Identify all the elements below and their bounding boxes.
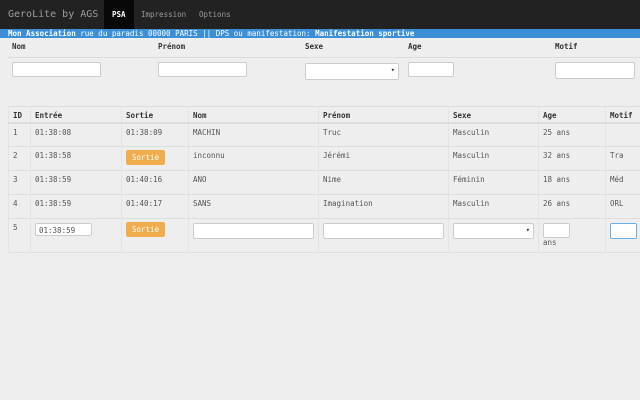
nav-psa[interactable]: PSA — [104, 0, 134, 29]
new-entry-row: 5 01:38:59 Sortie ans — [8, 218, 640, 253]
table-row: 2 01:38:58 Sortie inconnu Jérémi Masculi… — [8, 146, 640, 171]
new-sexe-select[interactable] — [453, 223, 534, 239]
navbar: GeroLite by AGS PSA Impression Options — [0, 0, 640, 29]
label-age: Age — [408, 42, 422, 51]
cell-sortie: 01:40:17 — [121, 194, 189, 219]
cell-sexe: Masculin — [448, 122, 539, 147]
patients-table: ID Entrée Sortie Nom Prénom Sexe Age Mot… — [8, 106, 640, 253]
new-prenom-input[interactable] — [323, 223, 444, 239]
cell-age: 25 ans — [538, 122, 606, 147]
label-motif: Motif — [555, 42, 578, 51]
info-banner: Mon Association rue du paradis 00000 PAR… — [0, 29, 640, 38]
cell-motif: Méd — [605, 170, 640, 195]
cell-prenom: Nime — [318, 170, 449, 195]
divider — [8, 57, 640, 58]
header-id: ID — [8, 106, 31, 124]
cell-prenom: Truc — [318, 122, 449, 147]
cell-entree: 01:38:59 — [30, 170, 122, 195]
label-prenom: Prénom — [158, 42, 186, 51]
age-input[interactable] — [408, 62, 454, 77]
table-row: 1 01:38:08 01:38:09 MACHIN Truc Masculin… — [8, 122, 640, 147]
cell-nom: MACHIN — [188, 122, 319, 147]
cell-motif: Tra — [605, 146, 640, 171]
label-sexe: Sexe — [305, 42, 324, 51]
cell-nom: ANO — [188, 170, 319, 195]
cell-entree: 01:38:08 — [30, 122, 122, 147]
cell-prenom: Imagination — [318, 194, 449, 219]
header-age: Age — [538, 106, 606, 124]
cell-sortie: 01:38:09 — [121, 122, 189, 147]
cell-sexe: Masculin — [448, 194, 539, 219]
nom-input[interactable] — [12, 62, 101, 77]
sortie-button[interactable]: Sortie — [126, 150, 166, 165]
cell-sortie: Sortie — [121, 146, 189, 171]
cell-age: 26 ans — [538, 194, 606, 219]
header-sexe: Sexe — [448, 106, 539, 124]
header-prenom: Prénom — [318, 106, 449, 124]
cell-nom — [188, 218, 319, 253]
cell-id: 1 — [8, 122, 31, 147]
cell-sexe — [448, 218, 539, 253]
cell-prenom: Jérémi — [318, 146, 449, 171]
brand[interactable]: GeroLite by AGS — [8, 9, 98, 20]
cell-sexe: Féminin — [448, 170, 539, 195]
header-motif: Motif — [605, 106, 640, 124]
table-header: ID Entrée Sortie Nom Prénom Sexe Age Mot… — [8, 106, 640, 124]
cell-motif — [605, 122, 640, 147]
age-suffix: ans — [543, 238, 557, 247]
header-sortie: Sortie — [121, 106, 189, 124]
cell-id: 2 — [8, 146, 31, 171]
cell-sortie: Sortie — [121, 218, 189, 253]
label-nom: Nom — [12, 42, 26, 51]
table-row: 4 01:38:59 01:40:17 SANS Imagination Mas… — [8, 194, 640, 219]
header-entree: Entrée — [30, 106, 122, 124]
cell-age: 18 ans — [538, 170, 606, 195]
cell-sortie: 01:40:16 — [121, 170, 189, 195]
nav-impression[interactable]: Impression — [133, 0, 194, 29]
entree-input[interactable]: 01:38:59 — [35, 223, 92, 236]
table-row: 3 01:38:59 01:40:16 ANO Nime Féminin 18 … — [8, 170, 640, 195]
cell-motif: ORL — [605, 194, 640, 219]
motif-input[interactable] — [555, 62, 635, 79]
cell-id: 4 — [8, 194, 31, 219]
cell-sexe: Masculin — [448, 146, 539, 171]
new-motif-input[interactable] — [610, 223, 637, 239]
association-name: Mon Association — [8, 29, 76, 38]
nav-options[interactable]: Options — [191, 0, 239, 29]
cell-nom: inconnu — [188, 146, 319, 171]
cell-id: 5 — [8, 218, 31, 253]
cell-id: 3 — [8, 170, 31, 195]
new-nom-input[interactable] — [193, 223, 314, 239]
cell-motif — [605, 218, 640, 253]
cell-prenom — [318, 218, 449, 253]
prenom-input[interactable] — [158, 62, 247, 77]
event-name: Manifestation sportive — [315, 29, 415, 38]
cell-entree: 01:38:58 — [30, 146, 122, 171]
cell-entree: 01:38:59 — [30, 194, 122, 219]
new-age-input[interactable] — [543, 223, 570, 238]
cell-entree: 01:38:59 — [30, 218, 122, 253]
cell-age: ans — [538, 218, 606, 253]
header-nom: Nom — [188, 106, 319, 124]
association-address: rue du paradis 00000 PARIS || DPS ou man… — [80, 29, 311, 38]
sortie-button[interactable]: Sortie — [126, 222, 166, 237]
cell-nom: SANS — [188, 194, 319, 219]
sexe-select[interactable] — [305, 63, 399, 80]
cell-age: 32 ans — [538, 146, 606, 171]
